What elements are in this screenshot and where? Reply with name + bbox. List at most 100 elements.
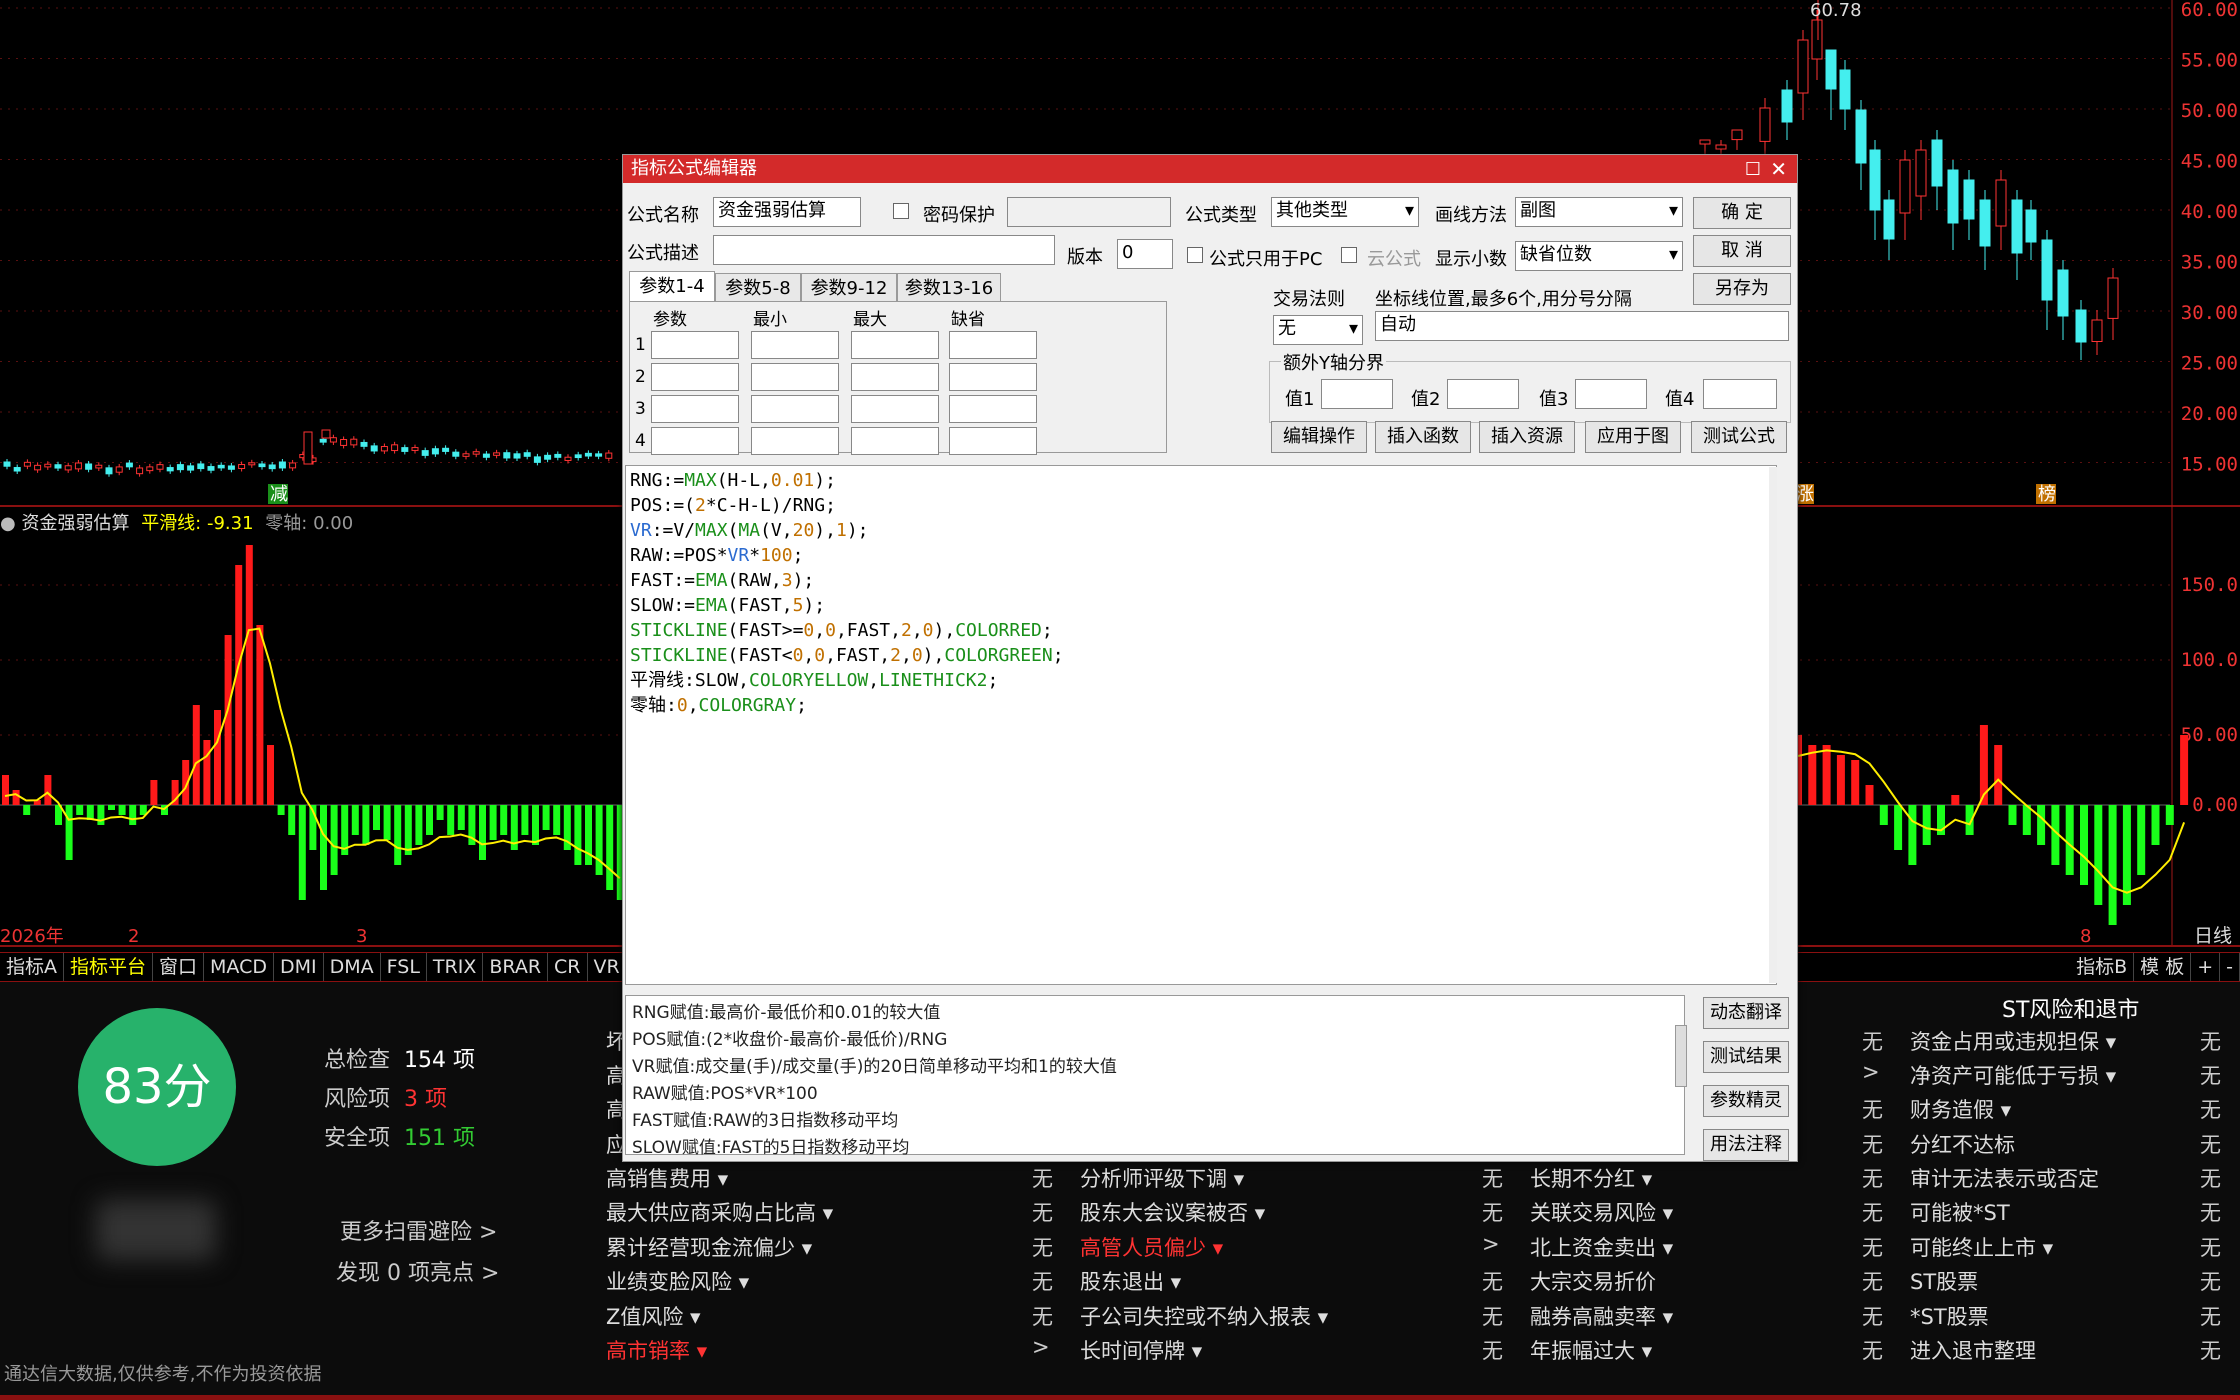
param-cell[interactable] [851, 395, 939, 423]
indicator-icon[interactable]: ● [0, 513, 16, 534]
tab-indicator-b[interactable]: 指标B [2070, 953, 2135, 981]
param-cell[interactable] [851, 427, 939, 455]
axis-position-input[interactable]: 自动 [1375, 311, 1789, 341]
risk-item-label[interactable]: 长时间停牌 ▾ [1080, 1335, 1202, 1365]
risk-item-label[interactable]: 高销售费用 ▾ [606, 1163, 728, 1193]
param-cell[interactable] [751, 395, 839, 423]
risk-item-label[interactable]: 进入退市整理 [1910, 1335, 2036, 1365]
risk-item-label[interactable]: 最大供应商采购占比高 ▾ [606, 1197, 833, 1227]
param-cell[interactable] [651, 331, 739, 359]
code-line[interactable]: STICKLINE(FAST<0,0,FAST,2,0),COLORGREEN; [630, 643, 1776, 668]
formula-name-input[interactable]: 资金强弱估算 [713, 197, 861, 227]
risk-item-label[interactable]: 股东退出 ▾ [1080, 1266, 1181, 1296]
tab-1[interactable]: 指标平台 [64, 953, 154, 981]
indicator-name[interactable]: 资金强弱估算 [21, 513, 129, 534]
edit-ops-button[interactable]: 编辑操作 [1271, 421, 1367, 453]
param-cell[interactable] [651, 363, 739, 391]
tab-0[interactable]: 指标A [0, 953, 64, 981]
y-val1-input[interactable] [1321, 379, 1393, 409]
tab-7[interactable]: TRIX [427, 953, 484, 981]
param-cell[interactable] [651, 427, 739, 455]
tab-9[interactable]: CR [548, 953, 588, 981]
test-result-button[interactable]: 测试结果 [1703, 1041, 1789, 1073]
dynamic-translate-button[interactable]: 动态翻译 [1703, 997, 1789, 1029]
risk-item-label[interactable]: 年振幅过大 ▾ [1530, 1335, 1652, 1365]
tab-5[interactable]: DMA [324, 953, 381, 981]
code-line[interactable]: FAST:=EMA(RAW,3); [630, 568, 1776, 593]
tab-template[interactable]: 模 板 [2134, 953, 2192, 981]
tab-2[interactable]: 窗口 [153, 953, 205, 981]
tab-params-9-12[interactable]: 参数9-12 [801, 273, 897, 303]
param-cell[interactable] [751, 363, 839, 391]
code-line[interactable]: 平滑线:SLOW,COLORYELLOW,LINETHICK2; [630, 668, 1776, 693]
tab-3[interactable]: MACD [204, 953, 274, 981]
risk-item-label[interactable]: 资金占用或违规担保 ▾ [1910, 1026, 2116, 1056]
param-cell[interactable] [949, 395, 1037, 423]
ok-button[interactable]: 确 定 [1693, 197, 1791, 229]
tab-params-1-4[interactable]: 参数1-4 [629, 271, 715, 301]
y-val4-input[interactable] [1703, 379, 1777, 409]
pc-only-checkbox[interactable] [1187, 247, 1203, 263]
risk-item-label[interactable]: *ST股票 [1910, 1301, 1989, 1331]
risk-item-label[interactable]: 可能被*ST [1910, 1197, 2010, 1227]
risk-item-label[interactable]: 大宗交易折价 [1530, 1266, 1656, 1296]
add-button[interactable]: + [2191, 953, 2221, 981]
chart-marker[interactable]: 涨 [1796, 484, 1814, 505]
close-icon[interactable]: ✕ [1770, 157, 1787, 181]
param-cell[interactable] [651, 395, 739, 423]
period-label[interactable]: 日线 [2194, 925, 2232, 947]
tab-10[interactable]: VR [588, 953, 627, 981]
chart-marker[interactable]: 减 [270, 484, 288, 505]
save-as-button[interactable]: 另存为 [1693, 273, 1791, 305]
apply-to-chart-button[interactable]: 应用于图 [1585, 421, 1681, 453]
risk-item-label[interactable]: 融券高融卖率 ▾ [1530, 1301, 1673, 1331]
y-val3-input[interactable] [1575, 379, 1647, 409]
trade-rule-select[interactable]: 无 ▾ [1273, 315, 1363, 345]
insert-function-button[interactable]: 插入函数 [1375, 421, 1471, 453]
param-wizard-button[interactable]: 参数精灵 [1703, 1085, 1789, 1117]
risk-item-label[interactable]: 分红不达标 [1910, 1129, 2015, 1159]
risk-item-label[interactable]: Z值风险 ▾ [606, 1301, 701, 1331]
tab-4[interactable]: DMI [274, 953, 324, 981]
param-cell[interactable] [751, 427, 839, 455]
decimals-select[interactable]: 缺省位数 ▾ [1515, 241, 1683, 271]
risk-item-label[interactable]: 业绩变脸风险 ▾ [606, 1266, 749, 1296]
code-line[interactable]: RNG:=MAX(H-L,0.01); [630, 468, 1776, 493]
tab-params-13-16[interactable]: 参数13-16 [897, 273, 1001, 303]
test-formula-button[interactable]: 测试公式 [1691, 421, 1787, 453]
risk-item-label[interactable]: 净资产可能低于亏损 ▾ [1910, 1060, 2116, 1090]
risk-item-label[interactable]: 关联交易风险 ▾ [1530, 1197, 1673, 1227]
code-scrollbar[interactable] [1769, 467, 1777, 983]
risk-item-label[interactable]: 高市销率 ▾ [606, 1335, 707, 1365]
risk-item-label[interactable]: 财务造假 ▾ [1910, 1094, 2011, 1124]
risk-item-label[interactable]: 高管人员偏少 ▾ [1080, 1232, 1223, 1262]
param-cell[interactable] [751, 331, 839, 359]
password-input[interactable] [1007, 197, 1171, 227]
param-cell[interactable] [851, 363, 939, 391]
code-line[interactable]: 零轴:0,COLORGRAY; [630, 693, 1776, 718]
param-cell[interactable] [851, 331, 939, 359]
formula-code-editor[interactable]: RNG:=MAX(H-L,0.01); POS:=(2*C-H-L)/RNG; VR… [625, 465, 1777, 985]
draw-method-select[interactable]: 副图 ▾ [1515, 197, 1683, 227]
risk-item-label[interactable]: 股东大会议案被否 ▾ [1080, 1197, 1265, 1227]
risk-item-label[interactable]: 子公司失控或不纳入报表 ▾ [1080, 1301, 1328, 1331]
param-cell[interactable] [949, 363, 1037, 391]
formula-type-select[interactable]: 其他类型 ▾ [1271, 197, 1419, 227]
tab-6[interactable]: FSL [381, 953, 427, 981]
param-cell[interactable] [949, 331, 1037, 359]
risk-item-label[interactable]: 北上资金卖出 ▾ [1530, 1232, 1673, 1262]
formula-desc-input[interactable] [713, 235, 1055, 265]
chart-marker[interactable]: 榜 [2038, 484, 2056, 505]
risk-item-label[interactable]: ST股票 [1910, 1266, 1978, 1296]
param-cell[interactable] [949, 427, 1037, 455]
risk-item-label[interactable]: 累计经营现金流偏少 ▾ [606, 1232, 812, 1262]
code-line[interactable]: VR:=V/MAX(MA(V,20),1); [630, 518, 1776, 543]
more-scan-link[interactable]: 更多扫雷避险 > [340, 1214, 497, 1246]
risk-item-label[interactable]: 长期不分红 ▾ [1530, 1163, 1652, 1193]
code-line[interactable]: SLOW:=EMA(FAST,5); [630, 593, 1776, 618]
cancel-button[interactable]: 取 消 [1693, 235, 1791, 267]
usage-notes-button[interactable]: 用法注释 [1703, 1129, 1789, 1161]
tab-params-5-8[interactable]: 参数5-8 [715, 273, 801, 303]
y-val2-input[interactable] [1447, 379, 1519, 409]
risk-item-label[interactable]: 分析师评级下调 ▾ [1080, 1163, 1244, 1193]
